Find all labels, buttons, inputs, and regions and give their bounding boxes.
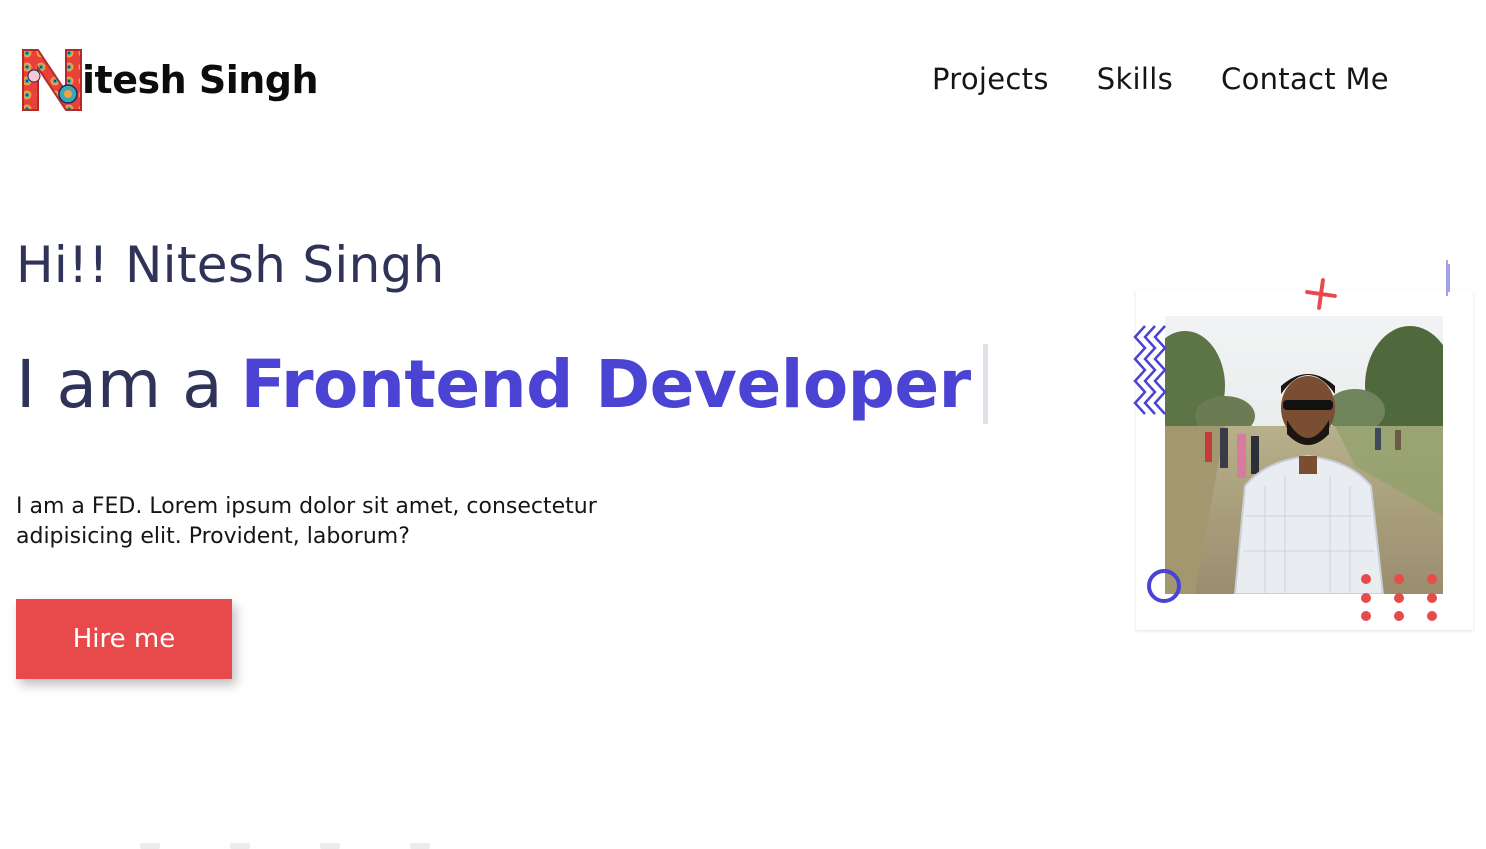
next-section-peek (140, 843, 430, 849)
dot-grid-icon (1361, 574, 1437, 621)
brand-name: itesh Singh (82, 58, 319, 102)
ruler-mark-icon (1446, 260, 1450, 296)
nav-link-contact[interactable]: Contact Me (1221, 62, 1389, 96)
nav-link-skills[interactable]: Skills (1097, 62, 1173, 96)
peek-mark (230, 843, 250, 849)
brand-logo[interactable]: itesh Singh (20, 46, 319, 114)
zigzag-icon (1133, 325, 1167, 415)
profile-photo-illustration (1165, 316, 1443, 594)
main-nav: Projects Skills Contact Me (932, 62, 1389, 96)
headline-prefix: I am a (16, 345, 223, 423)
hire-me-button[interactable]: Hire me (16, 599, 232, 679)
circle-icon (1147, 569, 1181, 603)
peek-mark (320, 843, 340, 849)
typing-cursor (982, 344, 988, 424)
plus-icon (1305, 278, 1337, 310)
peek-mark (410, 843, 430, 849)
hero-intro: I am a FED. Lorem ipsum dolor sit amet, … (16, 494, 597, 549)
peek-mark (140, 843, 160, 849)
hero-greeting: Hi!! Nitesh Singh (16, 236, 445, 294)
nav-link-projects[interactable]: Projects (932, 62, 1049, 96)
profile-photo (1165, 316, 1443, 594)
site-header: itesh Singh Projects Skills Contact Me (0, 0, 1486, 160)
decorated-letter-n-icon (22, 49, 82, 111)
hero-headline: I am a Frontend Developer (16, 344, 988, 424)
headline-role: Frontend Developer (240, 345, 972, 423)
